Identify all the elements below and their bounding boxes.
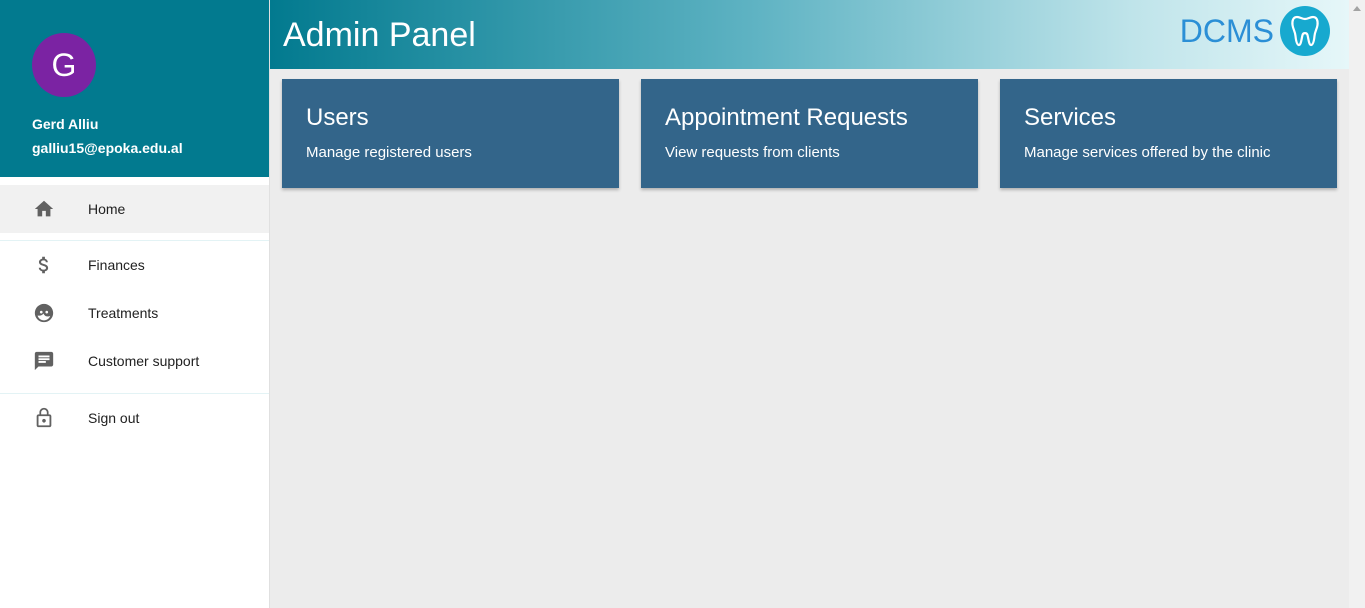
card-description: Manage services offered by the clinic (1024, 144, 1271, 161)
user-email: galliu15@epoka.edu.al (32, 140, 183, 156)
card-users[interactable]: Users Manage registered users (282, 79, 619, 188)
card-description: Manage registered users (306, 144, 472, 161)
user-name: Gerd Alliu (32, 116, 99, 132)
brand[interactable]: DCMS (1180, 6, 1330, 56)
sidebar-item-label: Treatments (88, 305, 159, 321)
sidebar-item-home[interactable]: Home (0, 185, 269, 233)
sidebar: G Gerd Alliu galliu15@epoka.edu.al Home … (0, 0, 270, 608)
brand-name: DCMS (1179, 12, 1274, 49)
scroll-up-icon[interactable] (1353, 6, 1361, 11)
app-window: G Gerd Alliu galliu15@epoka.edu.al Home … (0, 0, 1365, 608)
top-header: Admin Panel DCMS (270, 0, 1349, 69)
vertical-scrollbar[interactable] (1349, 0, 1365, 608)
card-description: View requests from clients (665, 144, 840, 161)
home-icon (0, 198, 88, 220)
sidebar-item-treatments[interactable]: Treatments (0, 289, 269, 337)
sidebar-item-customer-support[interactable]: Customer support (0, 337, 269, 385)
user-profile: G Gerd Alliu galliu15@epoka.edu.al (0, 0, 269, 177)
card-services[interactable]: Services Manage services offered by the … (1000, 79, 1337, 188)
avatar[interactable]: G (32, 33, 96, 97)
sidebar-item-label: Sign out (88, 410, 140, 426)
card-title: Services (1024, 104, 1117, 131)
sidebar-item-label: Finances (88, 257, 145, 273)
sidebar-item-finances[interactable]: Finances (0, 241, 269, 289)
message-icon (0, 350, 88, 372)
sidebar-item-label: Home (88, 201, 126, 217)
tooth-icon (1280, 6, 1330, 56)
sidebar-item-label: Customer support (88, 353, 200, 369)
card-title: Users (306, 104, 369, 131)
face-icon (0, 302, 88, 324)
lock-icon (0, 407, 88, 429)
card-title: Appointment Requests (665, 104, 908, 131)
card-appointment-requests[interactable]: Appointment Requests View requests from … (641, 79, 978, 188)
dollar-icon (0, 254, 88, 276)
page-title: Admin Panel (283, 16, 476, 54)
sidebar-item-sign-out[interactable]: Sign out (0, 394, 269, 442)
